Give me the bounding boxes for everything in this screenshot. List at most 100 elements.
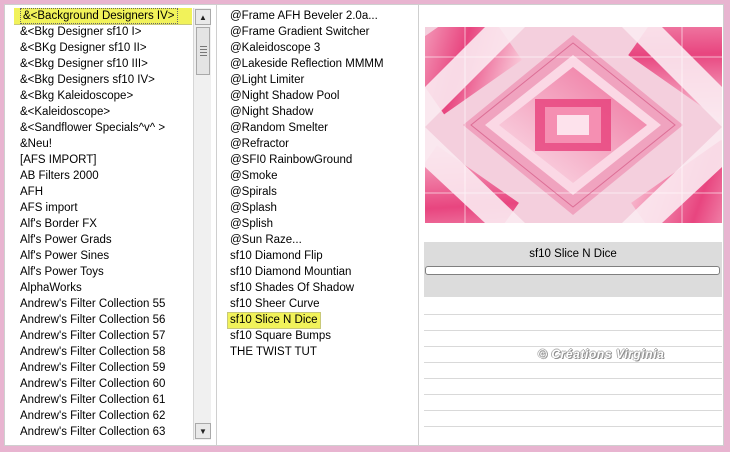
filter-item[interactable]: @Random Smelter — [224, 120, 414, 136]
parameter-row-divider — [424, 330, 722, 331]
parameter-row-divider — [424, 362, 722, 363]
filter-item[interactable]: @Splash — [224, 200, 414, 216]
category-item[interactable]: Andrew's Filter Collection 63 — [14, 424, 192, 440]
category-item-label: Alf's Power Toys — [20, 266, 104, 278]
filter-item[interactable]: sf10 Slice N Dice — [224, 312, 414, 329]
category-item-label: Andrew's Filter Collection 63 — [20, 426, 166, 438]
filter-item[interactable]: @Night Shadow — [224, 104, 414, 120]
category-item[interactable]: Andrew's Filter Collection 60 — [14, 376, 192, 392]
category-item[interactable]: Andrew's Filter Collection 55 — [14, 296, 192, 312]
filter-item-label: sf10 Diamond Flip — [230, 250, 323, 262]
category-item-label: &<Bkg Kaleidoscope> — [20, 90, 134, 102]
filter-item[interactable]: @Night Shadow Pool — [224, 88, 414, 104]
category-item[interactable]: [AFS IMPORT] — [14, 152, 192, 168]
filter-preview-image — [425, 27, 722, 223]
category-item-label: Andrew's Filter Collection 56 — [20, 314, 166, 326]
column-divider — [216, 4, 217, 446]
filter-item-label: @Sun Raze... — [230, 234, 302, 246]
column-divider — [418, 4, 419, 446]
category-item-label: Alf's Border FX — [20, 218, 97, 230]
filter-item[interactable]: sf10 Diamond Flip — [224, 248, 414, 264]
filter-item[interactable]: @Light Limiter — [224, 72, 414, 88]
filter-item-label: @SFI0 RainbowGround — [230, 154, 353, 166]
filter-item-label: sf10 Sheer Curve — [230, 298, 320, 310]
filter-item[interactable]: sf10 Shades Of Shadow — [224, 280, 414, 296]
filter-item-label: sf10 Diamond Mountian — [230, 266, 352, 278]
category-item[interactable]: &<Sandflower Specials^v^ > — [14, 120, 192, 136]
filter-item[interactable]: @Refractor — [224, 136, 414, 152]
category-item[interactable]: &Neu! — [14, 136, 192, 152]
category-item[interactable]: Andrew's Filter Collection 57 — [14, 328, 192, 344]
category-item-label: AFH — [20, 186, 43, 198]
filter-item[interactable]: @Kaleidoscope 3 — [224, 40, 414, 56]
scroll-up-button[interactable]: ▲ — [195, 9, 211, 25]
parameter-row-divider — [424, 426, 722, 427]
filter-item[interactable]: @Frame AFH Beveler 2.0a... — [224, 8, 414, 24]
filter-name-bar: sf10 Slice N Dice — [424, 242, 722, 297]
category-item[interactable]: &<Bkg Designer sf10 III> — [14, 56, 192, 72]
category-item[interactable]: Alf's Power Sines — [14, 248, 192, 264]
category-item-label: &<Bkg Designers sf10 IV> — [20, 74, 155, 86]
filter-item[interactable]: @Sun Raze... — [224, 232, 414, 248]
category-list[interactable]: &<Background Designers IV> &<Bkg Designer… — [14, 8, 192, 440]
filter-item[interactable]: @Frame Gradient Switcher — [224, 24, 414, 40]
filter-item[interactable]: sf10 Square Bumps — [224, 328, 414, 344]
scroll-thumb[interactable] — [196, 27, 210, 75]
category-item-label: &<Bkg Designer sf10 I> — [20, 26, 142, 38]
filter-item-label: @Splish — [230, 218, 273, 230]
category-item-label: Alf's Power Grads — [20, 234, 112, 246]
category-item[interactable]: AlphaWorks — [14, 280, 192, 296]
category-item-label: &<Sandflower Specials^v^ > — [20, 122, 166, 134]
category-item[interactable]: &<BKg Designer sf10 II> — [14, 40, 192, 56]
filter-description-field[interactable] — [425, 266, 720, 275]
category-scrollbar[interactable]: ▲ ▼ — [193, 8, 211, 440]
filter-item[interactable]: sf10 Diamond Mountian — [224, 264, 414, 280]
filter-item-label: @Night Shadow Pool — [230, 90, 340, 102]
category-item-label: &<Kaleidoscope> — [20, 106, 111, 118]
filter-item[interactable]: sf10 Sheer Curve — [224, 296, 414, 312]
filter-list[interactable]: @Frame AFH Beveler 2.0a... @Frame Gradien… — [224, 8, 414, 408]
category-item[interactable]: AFH — [14, 184, 192, 200]
category-item[interactable]: Andrew's Filter Collection 62 — [14, 408, 192, 424]
category-item-label: AB Filters 2000 — [20, 170, 99, 182]
category-item[interactable]: &<Bkg Designer sf10 I> — [14, 24, 192, 40]
category-item[interactable]: &<Bkg Kaleidoscope> — [14, 88, 192, 104]
category-item[interactable]: Andrew's Filter Collection 56 — [14, 312, 192, 328]
chevron-down-icon: ▼ — [199, 426, 207, 436]
category-item-label: Andrew's Filter Collection 61 — [20, 394, 166, 406]
filter-item[interactable]: @SFI0 RainbowGround — [224, 152, 414, 168]
parameter-row-divider — [424, 410, 722, 411]
category-item-label: &<Bkg Designer sf10 III> — [20, 58, 148, 70]
filter-item-label: @Random Smelter — [230, 122, 328, 134]
category-item[interactable]: &<Kaleidoscope> — [14, 104, 192, 120]
filter-item[interactable]: THE TWIST TUT — [224, 344, 414, 360]
selected-filter-title: sf10 Slice N Dice — [529, 248, 617, 260]
filter-item-label: @Splash — [230, 202, 277, 214]
parameter-rows — [424, 297, 722, 442]
filter-item[interactable]: @Lakeside Reflection MMMM — [224, 56, 414, 72]
category-item[interactable]: Alf's Power Toys — [14, 264, 192, 280]
filter-item-label: sf10 Square Bumps — [230, 330, 332, 342]
scroll-down-button[interactable]: ▼ — [195, 423, 211, 439]
category-item[interactable]: &<Background Designers IV> — [14, 8, 192, 25]
filter-item-label: THE TWIST TUT — [230, 346, 317, 358]
category-item[interactable]: Alf's Border FX — [14, 216, 192, 232]
filter-item-label: @Smoke — [230, 170, 278, 182]
category-item[interactable]: &<Bkg Designers sf10 IV> — [14, 72, 192, 88]
category-item[interactable]: Alf's Power Grads — [14, 232, 192, 248]
category-item[interactable]: AB Filters 2000 — [14, 168, 192, 184]
filter-item-label: @Lakeside Reflection MMMM — [230, 58, 384, 70]
filter-item-label: sf10 Slice N Dice — [227, 312, 321, 329]
filter-item[interactable]: @Splish — [224, 216, 414, 232]
category-item[interactable]: Andrew's Filter Collection 61 — [14, 392, 192, 408]
category-item[interactable]: AFS import — [14, 200, 192, 216]
watermark-text: © Créations Virginia — [538, 347, 665, 361]
category-item-label: AFS import — [20, 202, 78, 214]
category-item[interactable]: Andrew's Filter Collection 59 — [14, 360, 192, 376]
category-item[interactable]: Andrew's Filter Collection 58 — [14, 344, 192, 360]
filter-item[interactable]: @Smoke — [224, 168, 414, 184]
category-item-label: Andrew's Filter Collection 59 — [20, 362, 166, 374]
category-item-label: &Neu! — [20, 138, 52, 150]
filter-item-label: @Frame Gradient Switcher — [230, 26, 370, 38]
filter-item[interactable]: @Spirals — [224, 184, 414, 200]
